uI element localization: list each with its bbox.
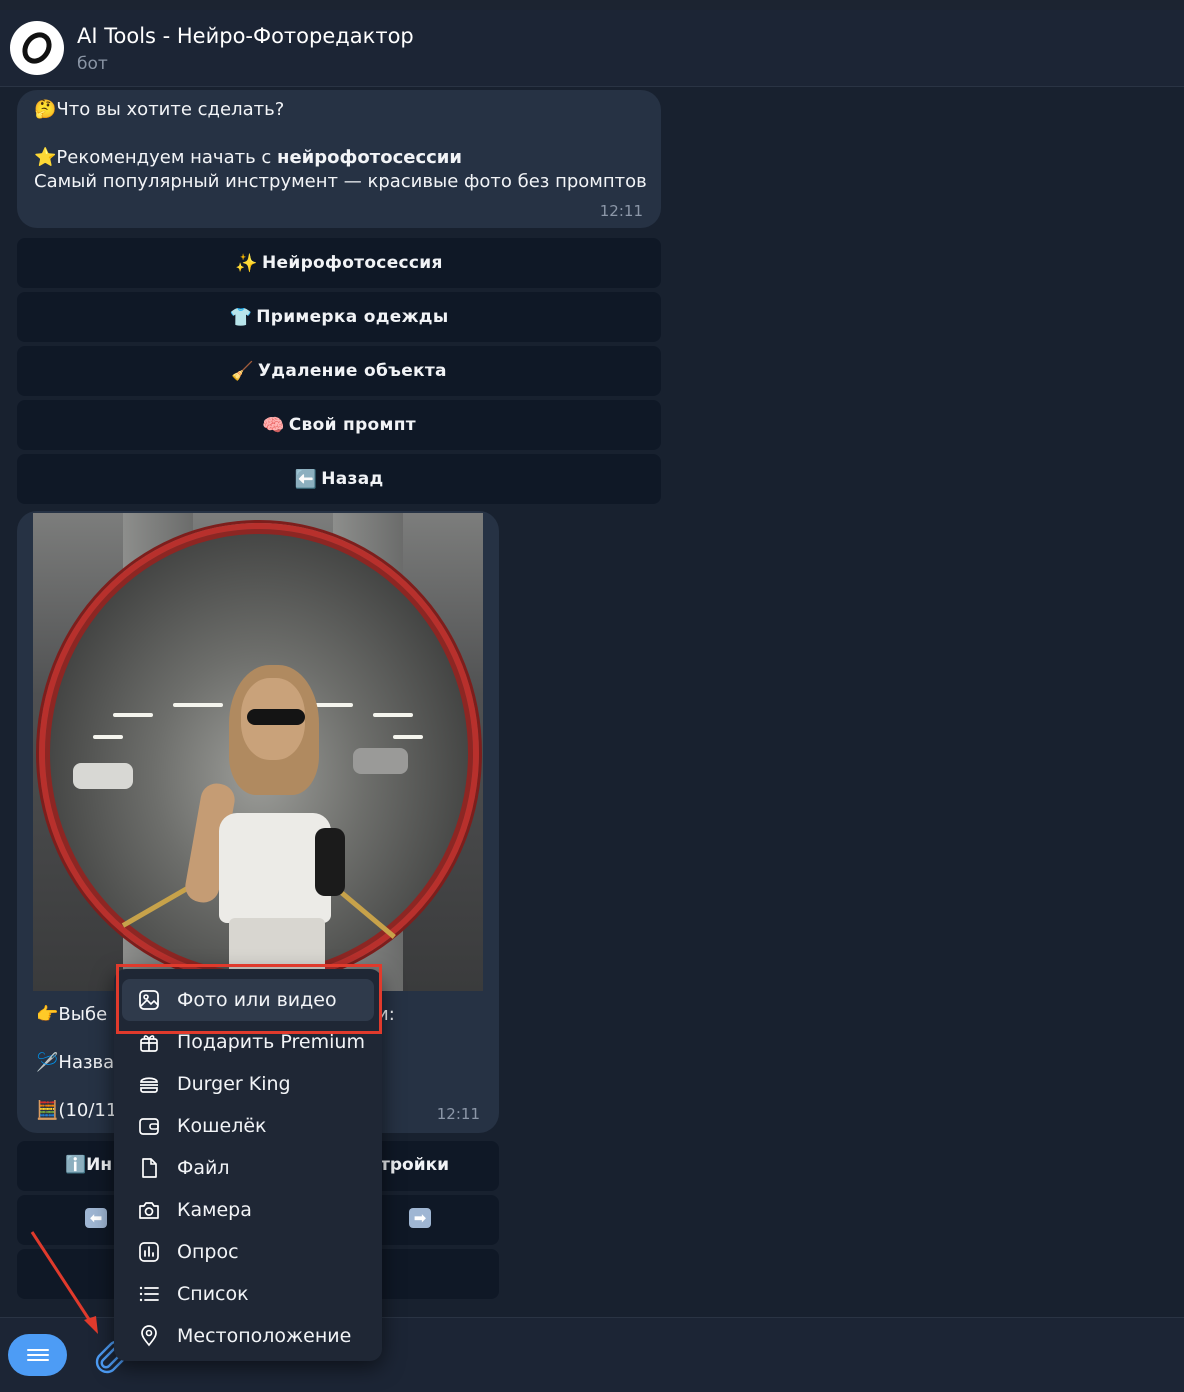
person-bag <box>315 828 345 896</box>
sparkles-emoji: ✨ <box>235 252 259 274</box>
attach-durger-king[interactable]: Durger King <box>122 1063 374 1105</box>
chat-header[interactable]: AI Tools - Нейро-Фоторедактор бот <box>0 10 1184 87</box>
message-line-3: Самый популярный инструмент — красивые ф… <box>34 171 647 192</box>
keyboard-button-label: Нейрофотосессия <box>262 253 443 273</box>
keyboard-button-back[interactable]: ⬅️ Назад <box>17 454 661 504</box>
attach-gift-premium[interactable]: Подарить Premium <box>122 1021 374 1063</box>
attach-wallet[interactable]: Кошелёк <box>122 1105 374 1147</box>
settings-button-label: тройки <box>380 1155 450 1175</box>
message-recommend: Рекомендуем начать с <box>56 147 278 168</box>
keyboard-button-label: Свой промпт <box>288 415 416 435</box>
attach-menu: Фото или видео Подарить Premium Durger K… <box>114 969 382 1361</box>
attach-poll[interactable]: Опрос <box>122 1231 374 1273</box>
caption-line-1: 👉Выбе <box>36 1004 108 1025</box>
thinking-emoji: 🤔 <box>34 99 57 120</box>
bot-avatar[interactable] <box>10 21 64 75</box>
message-recommend-bold: нейрофотосессии <box>277 147 463 168</box>
attach-camera[interactable]: Камера <box>122 1189 374 1231</box>
pointing-emoji: 👉 <box>36 1004 59 1025</box>
attach-list[interactable]: Список <box>122 1273 374 1315</box>
message-bubble: 🤔Что вы хотите сделать? ⭐Рекомендуем нач… <box>17 90 661 228</box>
location-icon <box>141 1325 157 1347</box>
menu-icon <box>26 1346 49 1364</box>
poll-icon <box>139 1242 159 1262</box>
keyboard-button-label: Назад <box>321 469 384 489</box>
bot-logo-icon <box>22 32 52 64</box>
brain-emoji: 🧠 <box>262 414 285 436</box>
sunglasses <box>247 709 305 725</box>
shirt-emoji: 👕 <box>229 306 253 328</box>
message-line-1: 🤔Что вы хотите сделать? <box>34 98 644 122</box>
info-emoji: ℹ️ <box>65 1155 87 1175</box>
keyboard-button-label: Примерка одежды <box>256 307 449 327</box>
keyboard-button-try-on[interactable]: 👕 Примерка одежды <box>17 292 661 342</box>
list-icon <box>139 1286 159 1302</box>
photo-image[interactable] <box>33 513 483 991</box>
camera-icon <box>139 1202 159 1219</box>
file-icon <box>142 1158 157 1178</box>
prev-arrow-icon[interactable]: ⬅ <box>85 1208 107 1228</box>
message-question: Что вы хотите сделать? <box>56 99 285 120</box>
photo-icon <box>139 990 159 1010</box>
chat-title: AI Tools - Нейро-Фоторедактор <box>77 24 414 48</box>
message-time: 12:11 <box>599 202 643 220</box>
broom-emoji: 🧹 <box>231 360 254 382</box>
wallet-icon <box>139 1118 159 1135</box>
message-line-2: ⭐Рекомендуем начать с нейрофотосессии <box>34 146 644 170</box>
abacus-emoji: 🧮 <box>36 1100 59 1121</box>
back-arrow-emoji: ⬅️ <box>294 468 318 490</box>
attach-file[interactable]: Файл <box>122 1147 374 1189</box>
needle-emoji: 🪡 <box>36 1052 59 1073</box>
keyboard-button-photoshoot[interactable]: ✨ Нейрофотосессия <box>17 238 661 288</box>
caption-line-3: 🧮(10/11 <box>36 1100 118 1121</box>
photo-message-time: 12:11 <box>436 1105 480 1123</box>
chat-subtitle: бот <box>77 54 108 74</box>
attach-photo-video[interactable]: Фото или видео <box>122 979 374 1021</box>
window-top-strip <box>0 0 1184 10</box>
keyboard-button-custom-prompt[interactable]: 🧠 Свой промпт <box>17 400 661 450</box>
gift-icon <box>140 1035 158 1052</box>
next-arrow-icon[interactable]: ➡ <box>409 1208 431 1228</box>
keyboard-button-label: Удаление объекта <box>257 361 447 381</box>
burger-icon <box>140 1077 158 1093</box>
caption-line-2: 🪡Назва <box>36 1052 115 1073</box>
attach-location[interactable]: Местоположение <box>122 1315 374 1357</box>
keyboard-button-remove-object[interactable]: 🧹 Удаление объекта <box>17 346 661 396</box>
info-button-label: ℹ️Ин <box>65 1155 113 1175</box>
bot-menu-button[interactable] <box>8 1334 67 1376</box>
star-emoji: ⭐ <box>34 147 57 168</box>
